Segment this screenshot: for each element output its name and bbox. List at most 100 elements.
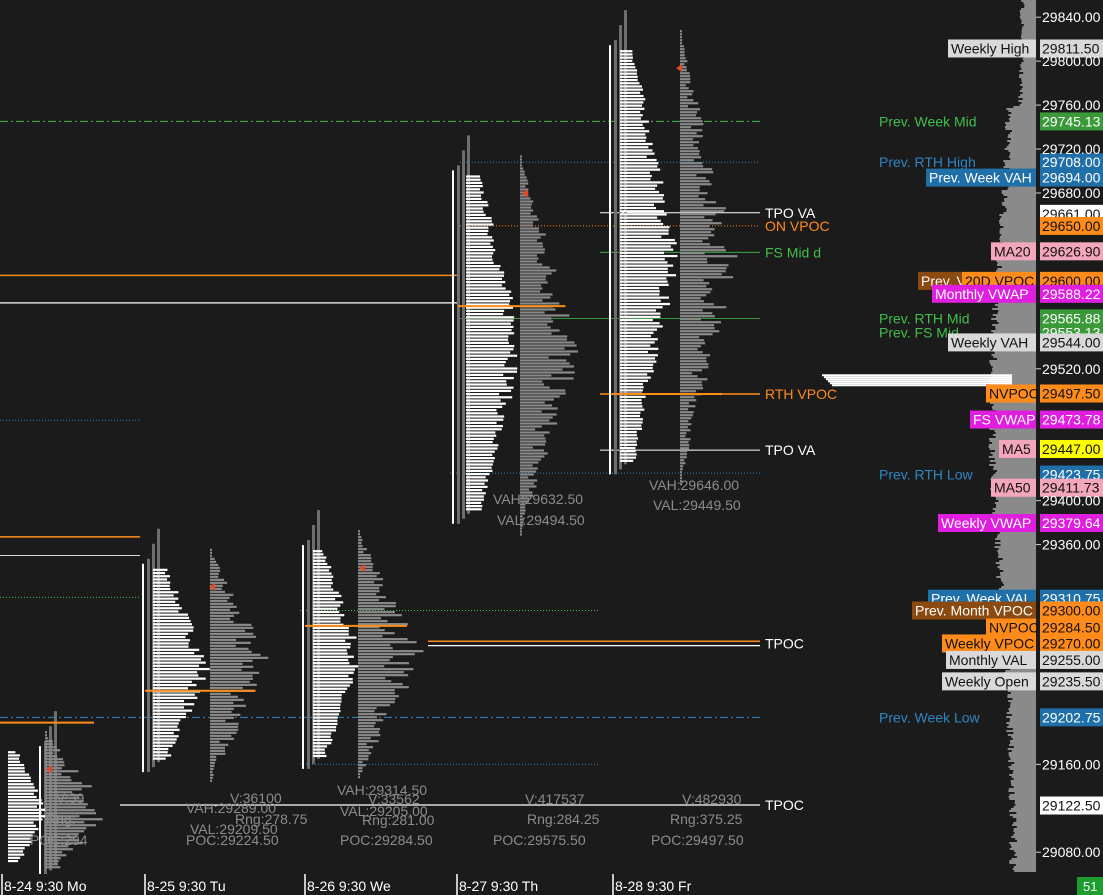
volume-bar [358,683,403,686]
composite-volume-bar [1004,126,1036,128]
volume-bar [210,707,234,710]
tpo-row [620,440,637,443]
composite-volume-bar [1007,196,1036,198]
composite-volume-bar [994,430,1036,432]
tpo-row [620,434,637,437]
composite-volume-bar [995,562,1036,564]
tpo-row [466,296,513,300]
volume-bar [210,581,228,584]
composite-volume-bar [989,438,1036,440]
tpo-row [466,287,506,290]
volume-bar [680,96,688,99]
volume-bar [680,231,712,234]
tpo-row [620,107,645,110]
tpo-row [8,827,39,831]
volume-bar [520,404,553,407]
volume-bar [680,390,696,393]
volume-bar [680,438,691,441]
tpo-row [620,53,633,56]
tpo-row [313,572,332,575]
volume-bar [680,441,689,444]
tpo-row [466,450,495,453]
tpo-row [620,453,637,456]
volume-bar [680,144,694,147]
tpo-row [153,712,187,715]
composite-volume-bar [1008,752,1036,754]
tpo-row [620,424,642,427]
volume-bar [520,182,529,185]
tpo-row [8,821,34,824]
tpo-row [620,421,643,424]
composite-volume-bar [1001,266,1036,268]
tpo-row [620,78,638,82]
composite-volume-bar [1003,226,1036,228]
volume-bar [358,758,369,761]
tpo-row [620,389,643,392]
volume-bar [210,623,252,626]
volume-bar [210,722,239,725]
volume-bar [680,54,685,57]
composite-volume-bar [994,352,1036,354]
tpo-row [620,69,638,72]
tpo-row [466,453,493,456]
tpo-row [313,626,349,630]
tpo-row [313,633,349,636]
tpo-row [466,248,496,252]
volume-bar [680,150,700,153]
tpo-row [620,206,657,210]
volume-bar [210,602,234,605]
volume-bar [680,402,689,405]
volume-bar [358,731,379,734]
volume-bar [520,260,537,263]
tpo-row [620,181,664,184]
price-tag-value: 29284.50 [1042,620,1101,636]
market-profile-chart[interactable]: V:39Rng:POC:294V:36100VAH:29289.00Rng:27… [0,0,1103,895]
volume-bar [680,327,715,330]
tpo-row [153,610,179,613]
tpo-row [620,110,641,114]
composite-volume-bar [1005,122,1036,124]
y-tick-label: 29720.00 [1042,141,1101,157]
composite-volume-bar [994,542,1036,544]
composite-volume-bar [1009,794,1036,796]
volume-bar [45,734,47,737]
volume-bar [210,746,225,749]
tpo-row [466,322,511,325]
composite-volume-bar [1002,582,1036,584]
volume-bar [680,423,692,426]
volume-bar [680,447,689,450]
tpo-row [153,651,195,655]
volume-bar [210,740,220,743]
tpo-row [620,165,658,168]
volume-bar [358,767,363,770]
volume-bar [520,452,548,455]
volume-bar [358,608,385,611]
price-tag: MA5 29447.00 [999,439,1103,458]
tpo-row [620,130,650,133]
volume-bar [520,221,534,224]
volume-bar [520,443,546,446]
price-tag-value: 29626.90 [1042,243,1101,259]
volume-bar [210,671,260,674]
tpo-row [620,219,661,222]
volume-bar [680,279,704,282]
composite-volume-bar [1014,832,1036,834]
volume-bar [210,656,269,659]
volume-bar [358,671,404,674]
volume-bar [680,291,711,294]
tpo-row [8,751,16,754]
volume-bar [358,716,377,719]
volume-bar [210,752,226,755]
tpo-row [153,619,191,623]
volume-bar [358,611,395,614]
volume-bar [210,566,220,569]
volume-bar [520,347,565,350]
tpo-row [466,207,483,210]
composite-volume-bar [1023,24,1036,26]
tpo-row [313,738,333,742]
price-tag: NVPOC 29497.50 [986,384,1103,403]
time-axis[interactable]: 8-24 9:30 Mo 8-25 9:30 Tu 8-26 9:30 We 8-27… [0,874,1103,895]
composite-volume-bar [1014,792,1036,794]
composite-volume-bar [997,268,1036,270]
tpo-row [466,373,504,376]
